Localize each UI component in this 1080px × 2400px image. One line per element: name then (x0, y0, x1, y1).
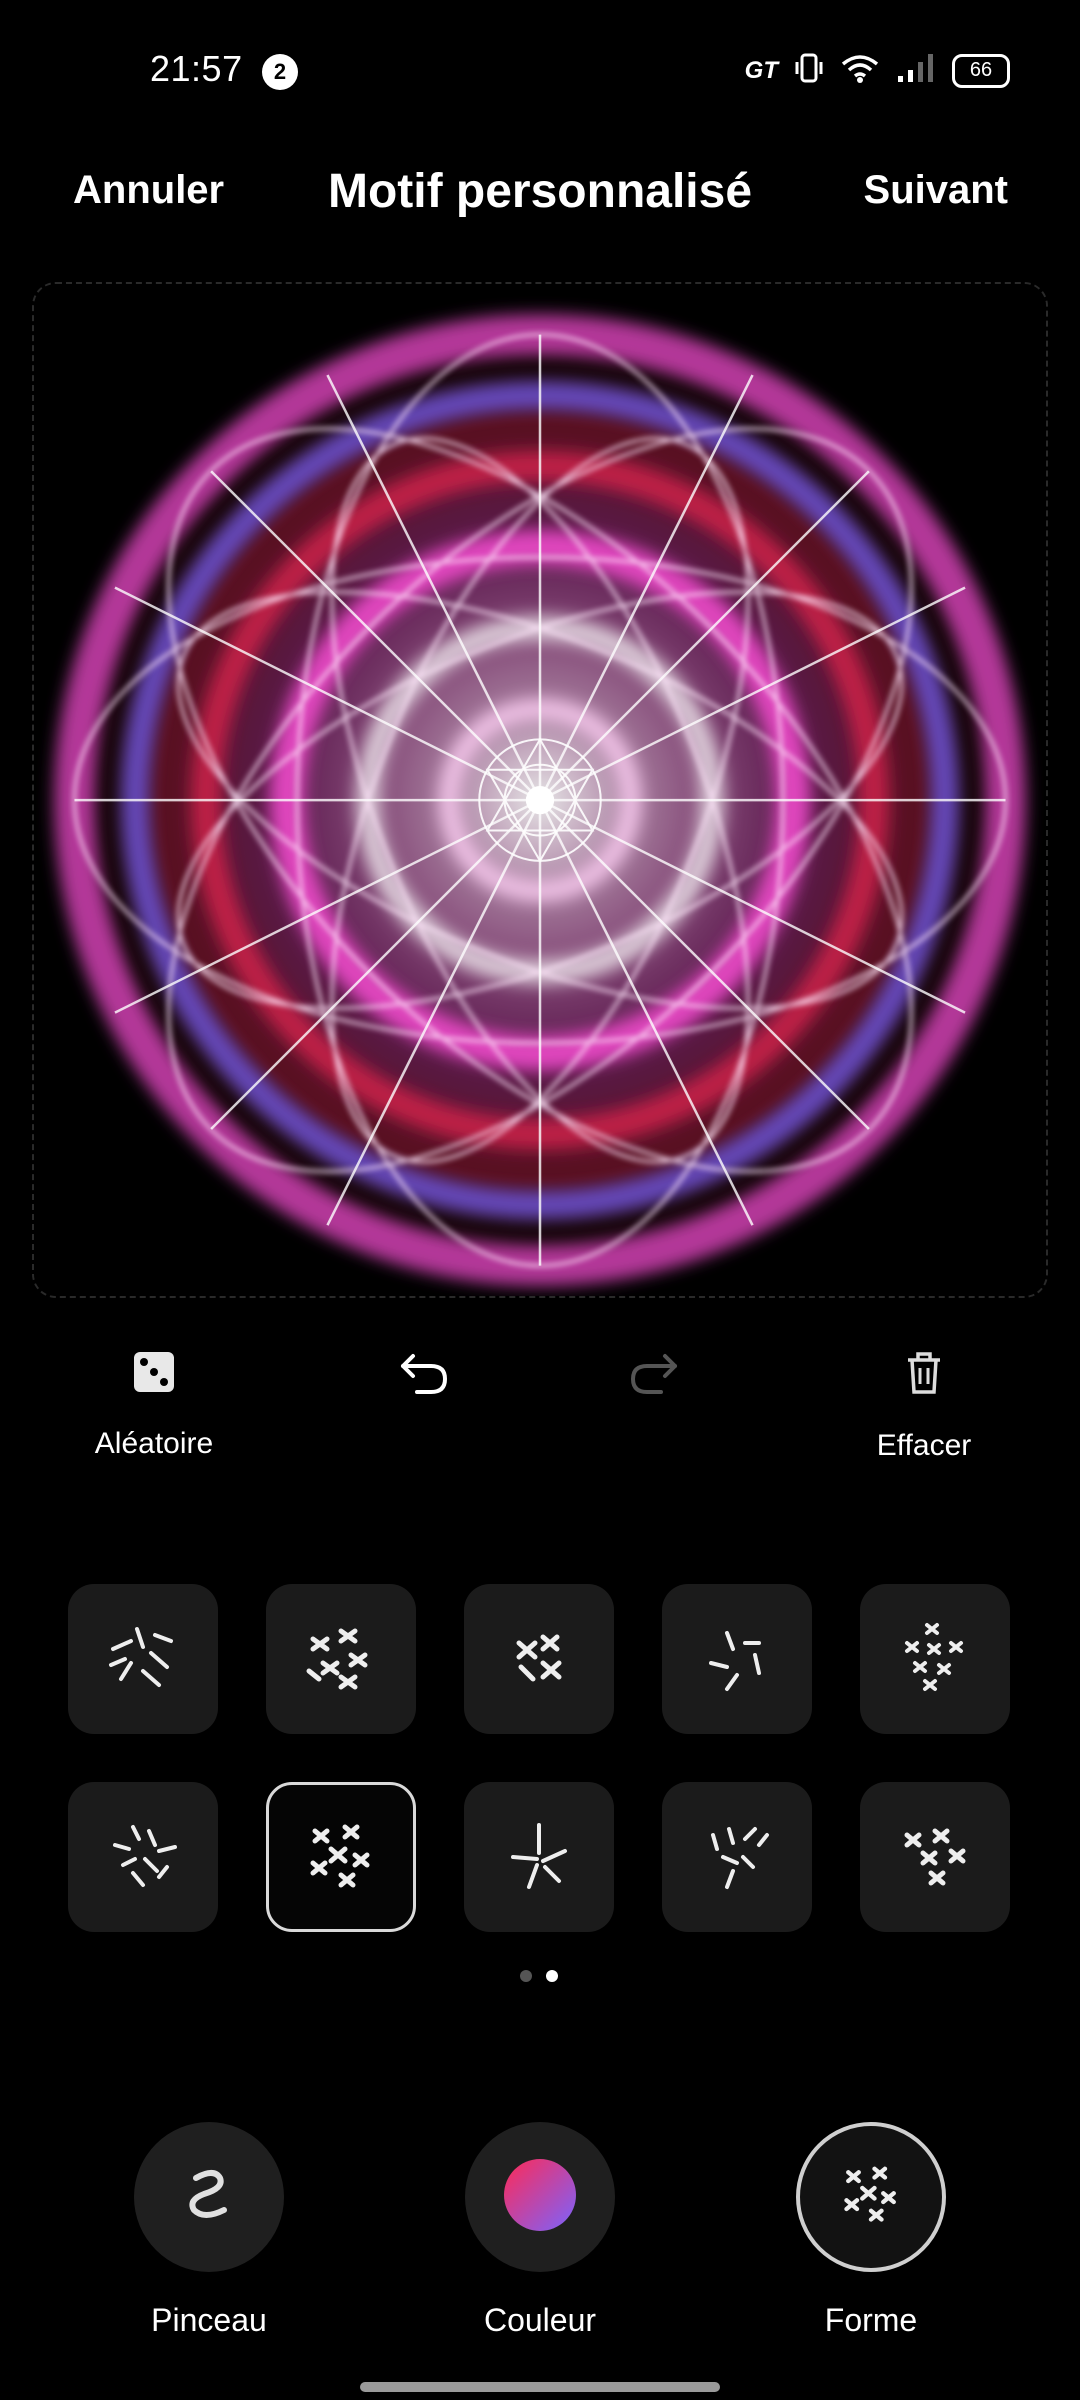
wifi-icon (840, 52, 880, 89)
notification-badge: 2 (262, 54, 298, 90)
color-label: Couleur (483, 2302, 597, 2338)
brush-label: Pinceau (151, 2302, 267, 2338)
shape-label: Forme (824, 2302, 918, 2338)
shape-pattern-icon (711, 1827, 769, 1889)
shape-pattern-icon (904, 1828, 966, 1886)
shape-pattern-icon (306, 1628, 368, 1690)
pattern-canvas[interactable] (32, 282, 1048, 1298)
shape-option-7-selected[interactable] (266, 1782, 416, 1932)
color-circle[interactable] (465, 2122, 615, 2272)
shape-option-2[interactable] (266, 1584, 416, 1734)
status-time: 21:57 (150, 48, 243, 89)
color-swatch-icon (502, 2157, 578, 2238)
status-icons: GT 66 (745, 52, 1010, 89)
network-label: GT (744, 56, 778, 84)
shape-option-3[interactable] (464, 1584, 614, 1734)
redo-button[interactable] (584, 1350, 724, 1399)
vibrate-icon (794, 52, 824, 89)
undo-icon (399, 1350, 449, 1399)
shape-pattern-icon (516, 1634, 562, 1682)
shape-pattern-icon (836, 2160, 906, 2235)
shape-pattern-icon (905, 1623, 963, 1691)
shape-pattern-icon (709, 1631, 761, 1691)
shape-pattern-icon (511, 1823, 567, 1889)
shape-tab[interactable]: Forme (786, 2122, 956, 2339)
clear-button[interactable]: Effacer (854, 1350, 994, 1463)
dice-icon (132, 1350, 176, 1399)
shape-option-5[interactable] (860, 1584, 1010, 1734)
shape-circle-active[interactable] (796, 2122, 946, 2272)
page-dot-2-active[interactable] (546, 1970, 558, 1982)
page-dot-1[interactable] (520, 1970, 532, 1982)
battery-indicator: 66 (952, 53, 1010, 88)
shape-pattern-icon (310, 1824, 370, 1888)
redo-icon (629, 1350, 679, 1399)
shape-option-1[interactable] (68, 1584, 218, 1734)
random-button[interactable]: Aléatoire (84, 1350, 224, 1461)
next-button[interactable]: Suivant (864, 168, 1008, 213)
color-tab[interactable]: Couleur (455, 2122, 625, 2339)
shape-pattern-icon (109, 1627, 173, 1687)
undo-button[interactable] (354, 1350, 494, 1399)
random-label: Aléatoire (94, 1427, 214, 1460)
shape-pattern-icon (113, 1825, 177, 1887)
brush-tab[interactable]: Pinceau (124, 2122, 294, 2339)
trash-icon (904, 1350, 944, 1401)
clear-label: Effacer (876, 1429, 972, 1462)
shape-option-10[interactable] (860, 1782, 1010, 1932)
mandala-pattern-art (34, 284, 1046, 1296)
shape-option-4[interactable] (662, 1584, 812, 1734)
signal-icon (896, 52, 936, 89)
brush-circle[interactable] (134, 2122, 284, 2272)
shape-option-6[interactable] (68, 1782, 218, 1932)
brush-stroke-icon (174, 2160, 244, 2235)
shape-option-9[interactable] (662, 1782, 812, 1932)
home-indicator[interactable] (360, 2382, 720, 2392)
shape-option-8[interactable] (464, 1782, 614, 1932)
